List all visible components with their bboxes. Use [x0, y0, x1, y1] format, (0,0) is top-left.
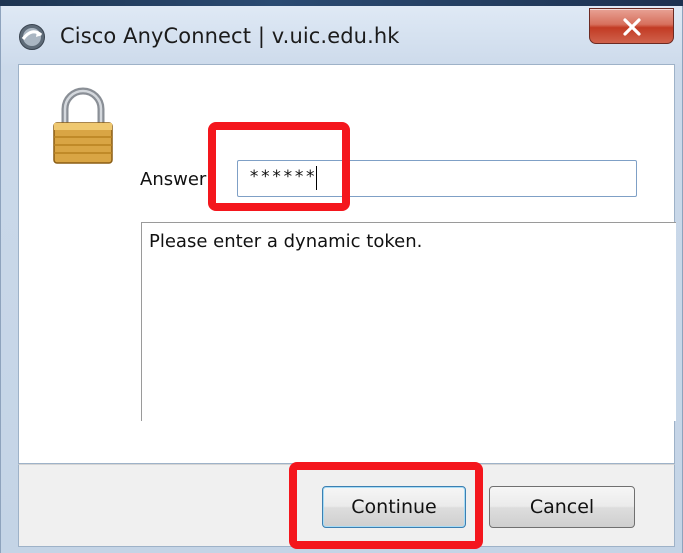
message-box[interactable]: Please enter a dynamic token.	[141, 222, 676, 421]
answer-label: Answer	[140, 169, 207, 190]
anyconnect-dialog: Cisco AnyConnect | v.uic.edu.hk Answer *…	[0, 6, 683, 553]
text-caret	[316, 166, 317, 190]
continue-button[interactable]: Continue	[322, 486, 466, 528]
dialog-body: Answer ****** Please enter a dynamic tok…	[18, 64, 676, 464]
window-title: Cisco AnyConnect | v.uic.edu.hk	[60, 24, 400, 48]
padlock-icon	[51, 87, 115, 171]
anyconnect-globe-icon	[18, 23, 46, 51]
title-bar[interactable]: Cisco AnyConnect | v.uic.edu.hk	[1, 6, 683, 64]
close-button[interactable]	[589, 8, 674, 44]
answer-input[interactable]: ******	[237, 160, 637, 197]
close-icon	[623, 18, 641, 36]
cancel-button[interactable]: Cancel	[489, 486, 635, 528]
answer-value: ******	[249, 167, 317, 187]
message-text: Please enter a dynamic token.	[149, 231, 423, 252]
button-bar: Continue Cancel	[18, 464, 675, 547]
